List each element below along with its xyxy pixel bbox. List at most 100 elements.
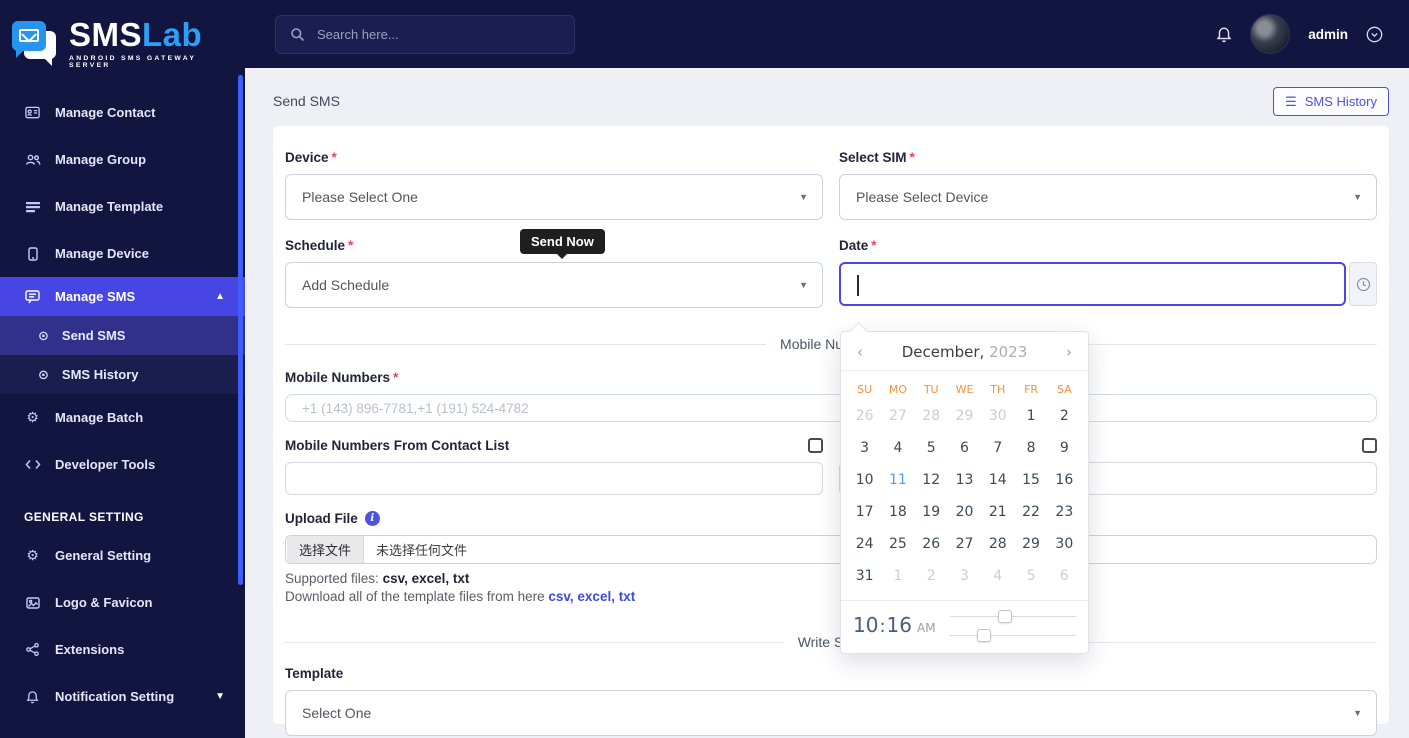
minute-value[interactable]: 16 [887, 613, 912, 637]
sidebar-item-logo-favicon[interactable]: Logo & Favicon [0, 579, 245, 626]
sidebar-item-general-setting[interactable]: ⚙ General Setting [0, 532, 245, 579]
sidebar-item-send-sms[interactable]: ⊙ Send SMS [0, 316, 245, 355]
calendar-day[interactable]: 14 [981, 464, 1014, 496]
calendar-day[interactable]: 7 [981, 432, 1014, 464]
calendar-day[interactable]: 23 [1048, 496, 1081, 528]
calendar-day[interactable]: 22 [1014, 496, 1047, 528]
sidebar-item-extensions[interactable]: Extensions [0, 626, 245, 673]
calendar-next-button[interactable]: › [1062, 343, 1076, 361]
contact-list-select[interactable] [285, 462, 823, 495]
sidebar-scrollbar[interactable] [238, 75, 243, 585]
device-select[interactable]: Please Select One ▼ [285, 174, 823, 220]
calendar-day[interactable]: 21 [981, 496, 1014, 528]
calendar-day[interactable]: 30 [981, 400, 1014, 432]
calendar-day[interactable]: 20 [948, 496, 981, 528]
search-box[interactable] [275, 14, 575, 54]
file-upload-input[interactable]: 选择文件 未选择任何文件 [285, 535, 1377, 564]
calendar-day[interactable]: 6 [1048, 560, 1081, 592]
calendar-day[interactable]: 27 [881, 400, 914, 432]
calendar-day[interactable]: 5 [915, 432, 948, 464]
list-icon: ☰ [1285, 93, 1297, 109]
sim-select[interactable]: Please Select Device ▼ [839, 174, 1377, 220]
notifications-bell-icon[interactable] [1216, 26, 1232, 43]
calendar-day[interactable]: 31 [848, 560, 881, 592]
hour-slider-thumb[interactable] [997, 610, 1012, 623]
sidebar-item-sms-history[interactable]: ⊙ SMS History [0, 355, 245, 394]
calendar-day[interactable]: 29 [948, 400, 981, 432]
calendar-day[interactable]: 3 [948, 560, 981, 592]
mobile-numbers-input[interactable]: +1 (143) 896-7781,+1 (191) 524-4782 [285, 394, 1377, 422]
username: admin [1308, 26, 1348, 42]
template-label: Template [285, 666, 344, 681]
calendar-day[interactable]: 1 [881, 560, 914, 592]
sidebar-item-manage-device[interactable]: Manage Device [0, 230, 245, 277]
calendar-day[interactable]: 2 [915, 560, 948, 592]
chevron-down-icon: ▼ [1353, 708, 1362, 718]
minute-slider-thumb[interactable] [976, 629, 991, 642]
calendar-month[interactable]: December, [902, 343, 985, 361]
calendar-day[interactable]: 2 [1048, 400, 1081, 432]
calendar-day[interactable]: 15 [1014, 464, 1047, 496]
sidebar-item-manage-sms[interactable]: Manage SMS ▲ [0, 277, 245, 316]
template-download-links[interactable]: csv, excel, txt [548, 589, 635, 604]
info-icon[interactable]: i [364, 511, 380, 526]
calendar-day[interactable]: 26 [848, 400, 881, 432]
group-list-checkbox[interactable] [1362, 438, 1377, 453]
share-nodes-icon [24, 643, 41, 656]
minute-slider[interactable] [949, 629, 1076, 642]
schedule-select[interactable]: Add Schedule ▼ [285, 262, 823, 308]
calendar-day[interactable]: 9 [1048, 432, 1081, 464]
date-input-group [839, 262, 1377, 306]
calendar-day[interactable]: 18 [881, 496, 914, 528]
calendar-day[interactable]: 28 [981, 528, 1014, 560]
clock-addon-button[interactable] [1349, 262, 1377, 306]
gear-icon: ⚙ [26, 547, 39, 563]
calendar-day[interactable]: 10 [848, 464, 881, 496]
sidebar-item-manage-batch[interactable]: ⚙ Manage Batch [0, 394, 245, 441]
calendar-day[interactable]: 13 [948, 464, 981, 496]
calendar-day[interactable]: 30 [1048, 528, 1081, 560]
circle-dot-icon: ⊙ [38, 327, 49, 343]
hour-slider[interactable] [949, 610, 1076, 623]
calendar-day[interactable]: 26 [915, 528, 948, 560]
brand-logo[interactable]: SMSLab ANDROID SMS GATEWAY SERVER [0, 0, 245, 85]
calendar-prev-button[interactable]: ‹ [853, 343, 867, 361]
calendar-day[interactable]: 28 [915, 400, 948, 432]
calendar-day[interactable]: 5 [1014, 560, 1047, 592]
calendar-day[interactable]: 25 [881, 528, 914, 560]
calendar-day[interactable]: 4 [881, 432, 914, 464]
user-menu-chevron-icon[interactable] [1366, 26, 1383, 43]
hour-value[interactable]: 10 [853, 613, 878, 637]
search-input[interactable] [317, 26, 560, 42]
sidebar-item-notification-setting[interactable]: Notification Setting ▼ [0, 673, 245, 720]
download-templates-prefix: Download all of the template files from … [285, 589, 549, 604]
calendar-day[interactable]: 24 [848, 528, 881, 560]
mobile-numbers-placeholder: +1 (143) 896-7781,+1 (191) 524-4782 [302, 400, 529, 416]
calendar-day[interactable]: 16 [1048, 464, 1081, 496]
calendar-day[interactable]: 29 [1014, 528, 1047, 560]
calendar-day[interactable]: 1 [1014, 400, 1047, 432]
calendar-day[interactable]: 6 [948, 432, 981, 464]
calendar-day[interactable]: 17 [848, 496, 881, 528]
choose-file-button[interactable]: 选择文件 [287, 536, 365, 563]
sidebar-item-developer-tools[interactable]: Developer Tools [0, 441, 245, 488]
meridiem-toggle[interactable]: AM [917, 621, 936, 635]
sidebar-item-label: Manage Batch [55, 410, 144, 425]
calendar-day[interactable]: 27 [948, 528, 981, 560]
contact-list-checkbox[interactable] [808, 438, 823, 453]
template-select[interactable]: Select One ▼ [285, 690, 1377, 736]
sidebar-item-manage-group[interactable]: Manage Group [0, 136, 245, 183]
sidebar-item-manage-contact[interactable]: Manage Contact [0, 89, 245, 136]
calendar-day[interactable]: 19 [915, 496, 948, 528]
calendar-day-today[interactable]: 11 [881, 464, 914, 496]
template-field: Template Select One ▼ [285, 666, 1377, 736]
calendar-day[interactable]: 12 [915, 464, 948, 496]
sidebar-item-manage-template[interactable]: Manage Template [0, 183, 245, 230]
calendar-day[interactable]: 4 [981, 560, 1014, 592]
calendar-year[interactable]: 2023 [989, 343, 1027, 361]
calendar-day[interactable]: 3 [848, 432, 881, 464]
date-input[interactable] [839, 262, 1346, 306]
user-avatar[interactable] [1250, 14, 1291, 54]
calendar-day[interactable]: 8 [1014, 432, 1047, 464]
sms-history-button[interactable]: ☰ SMS History [1273, 86, 1389, 116]
